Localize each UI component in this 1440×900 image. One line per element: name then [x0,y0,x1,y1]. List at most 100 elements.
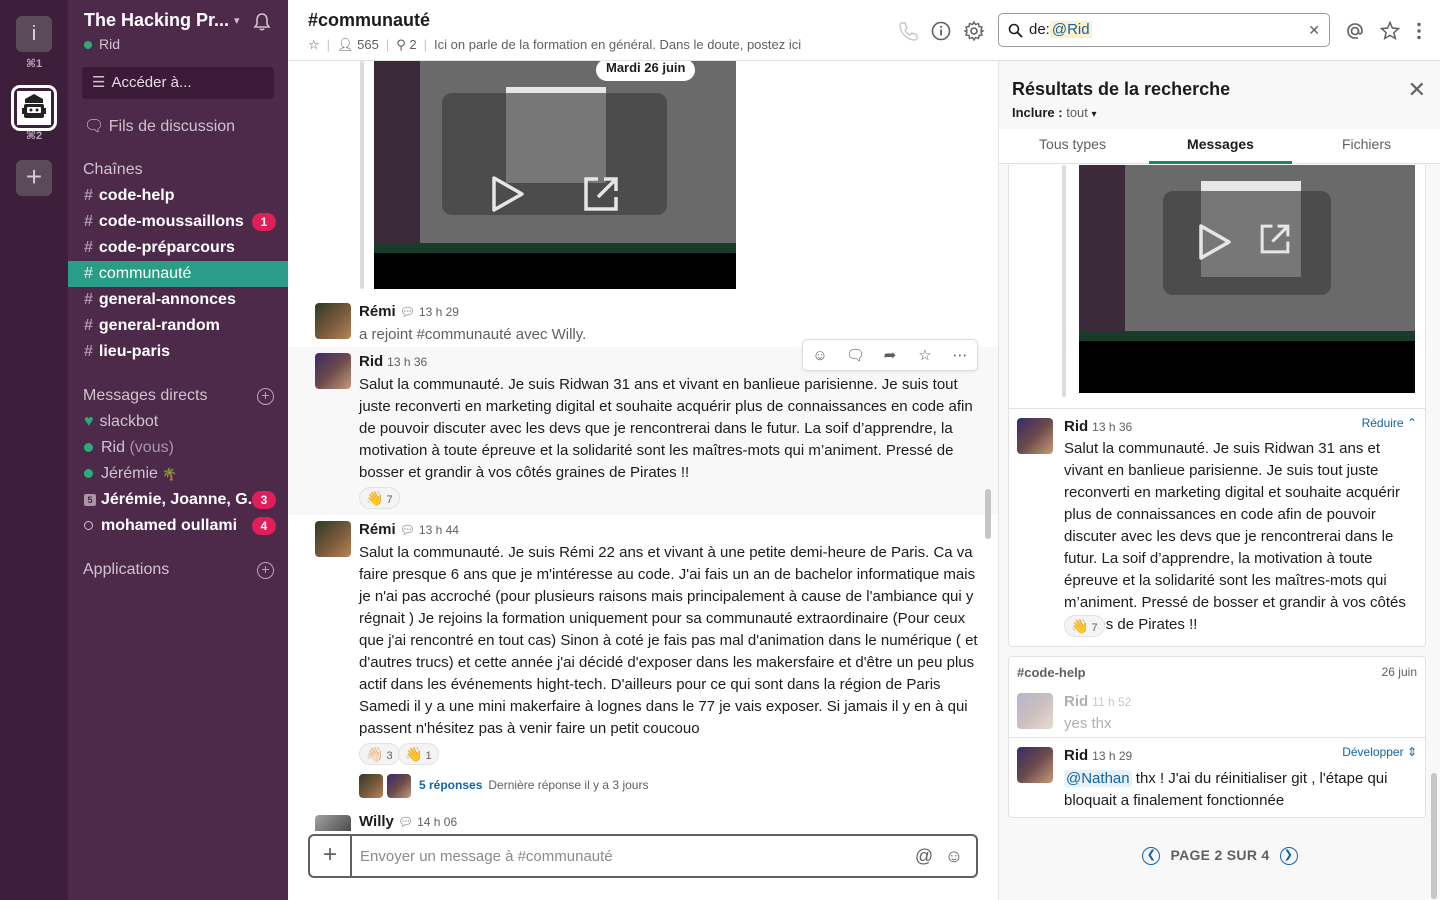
direct-messages-header[interactable]: Messages directs [83,387,208,405]
message-author[interactable]: Rid 13 h 36 [359,353,427,370]
reaction-wave[interactable]: 👋 7 [359,487,400,509]
message-time[interactable]: 13 h 29 [419,305,459,319]
tab-files[interactable]: Fichiers [1295,129,1438,164]
thread-summary[interactable]: 5 réponses Dernière réponse il y a 3 jour… [359,774,648,798]
sidebar-item-code-help[interactable]: # code-help [68,183,288,209]
start-thread-icon[interactable]: 🗨︎ [846,347,865,365]
sidebar-item-group-dm[interactable]: 5 Jérémie, Joanne, G... 3 [68,487,288,513]
reaction-wave-light[interactable]: 👋🏻 3 [359,743,400,765]
clear-search-icon[interactable]: ✕ [1308,14,1320,46]
pin-icon[interactable]: ⚲ [396,37,409,52]
previous-page-icon[interactable]: ❮ [1142,847,1161,866]
message-list[interactable]: Mardi 26 juin Rémi 💬︎ 13 h 29 a rejoint #c… [288,61,998,831]
sidebar-item-jeremie[interactable]: Jérémie 🌴 [68,461,288,487]
user-mention[interactable]: @Nathan [1064,770,1132,787]
author-name[interactable]: Willy [359,813,394,830]
workspace-1-button[interactable]: i [16,16,52,52]
attach-plus-button[interactable]: + [310,836,352,876]
next-page-icon[interactable]: ❯ [1279,847,1298,866]
notifications-bell-icon[interactable] [252,12,272,32]
workspace-2-button[interactable] [14,88,54,128]
author-name[interactable]: Rémi [359,521,396,538]
sidebar-item-communaute[interactable]: # communauté [68,261,288,287]
close-panel-icon[interactable]: ✕ [1408,79,1426,101]
sidebar-item-general-random[interactable]: # general-random [68,313,288,339]
author-name[interactable]: Rid [1064,747,1088,764]
star-icon[interactable]: ☆ [308,37,320,52]
message-time[interactable]: 13 h 36 [387,355,427,369]
applications-header[interactable]: Applications [83,561,169,579]
pins-count[interactable]: 2 [409,37,416,52]
play-icon[interactable] [1193,221,1235,263]
thread-replies-link[interactable]: 5 réponses [419,778,482,792]
avatar[interactable] [315,521,351,557]
include-filter[interactable]: Inclure : tout ▾ [1012,105,1097,120]
result-author[interactable]: Rid 13 h 29 [1064,747,1132,764]
emoji-icon[interactable]: ☺ [944,846,964,866]
tab-all-types[interactable]: Tous types [1001,129,1144,164]
avatar[interactable] [315,353,351,389]
info-icon[interactable] [930,20,952,42]
starred-items-icon[interactable] [1379,20,1401,42]
mention-icon[interactable]: @ [914,846,934,866]
messages-scrollbar[interactable] [985,489,991,539]
result-author[interactable]: Rid 13 h 36 [1064,418,1132,435]
author-name[interactable]: Rid [359,353,383,370]
reaction-wave[interactable]: 👋 1 [398,743,439,765]
message-author[interactable]: Rémi 💬︎ 13 h 44 [359,521,459,538]
add-reaction-icon[interactable]: ☺ [811,347,829,365]
members-count[interactable]: 565 [357,37,379,52]
add-workspace-button[interactable]: + [16,160,52,196]
jump-to-button[interactable]: ☰ Accéder à... [82,67,274,99]
current-user[interactable]: Rid [84,36,120,52]
phone-icon[interactable] [897,20,919,42]
channel-topic[interactable]: Ici on parle de la formation en général.… [434,37,801,52]
sidebar-item-lieu-paris[interactable]: # lieu-paris [68,339,288,365]
message-time[interactable]: 13 h 44 [419,523,459,537]
star-message-icon[interactable]: ☆ [916,347,934,365]
sidebar-item-rid[interactable]: Rid (vous) [68,435,288,461]
add-app-icon[interactable]: + [257,562,274,579]
sidebar-item-slackbot[interactable]: ♥ slackbot [68,409,288,435]
team-menu-caret-icon[interactable]: ▾ [234,14,240,27]
result-channel[interactable]: #code-help [1017,665,1086,680]
search-result-message[interactable]: #code-help 26 juin Rid 11 h 52 yes thx Ri… [1008,656,1426,818]
add-dm-icon[interactable]: + [257,388,274,405]
video-attachment[interactable] [1079,165,1415,393]
reaction-wave[interactable]: 👋 7 [1064,615,1105,637]
avatar[interactable] [315,815,351,831]
tab-messages[interactable]: Messages [1149,129,1292,164]
settings-gear-icon[interactable] [963,20,985,42]
message-input[interactable] [360,844,900,868]
panel-scrollbar[interactable] [1431,773,1437,899]
message-time[interactable]: 13 h 36 [1092,420,1132,434]
team-name[interactable]: The Hacking Pr... [84,10,229,31]
sidebar-item-code-preparcours[interactable]: # code-préparcours [68,235,288,261]
video-attachment[interactable] [374,61,736,289]
open-external-icon[interactable] [1257,221,1293,257]
channels-header[interactable]: Chaînes [83,161,143,179]
collapse-toggle[interactable]: Réduire ⌃ [1362,416,1417,430]
members-icon[interactable]: 👤︎ [337,37,357,52]
message-author[interactable]: Rémi 💬︎ 13 h 29 [359,303,459,320]
search-input[interactable]: de: @Rid ✕ [998,13,1330,47]
channel-title[interactable]: #communauté [308,10,430,31]
sidebar-item-general-annonces[interactable]: # general-annonces [68,287,288,313]
author-name[interactable]: Rémi [359,303,396,320]
share-message-icon[interactable]: ➦ [881,347,899,365]
avatar[interactable] [1017,747,1053,783]
search-result-message[interactable]: Rid 13 h 36 Réduire ⌃ Salut la communauté… [1008,409,1426,647]
sidebar-item-mohamed-oullami[interactable]: mohamed oullami 4 [68,513,288,539]
author-name[interactable]: Rid [1064,418,1088,435]
message-time[interactable]: 13 h 29 [1092,749,1132,763]
mentions-icon[interactable] [1344,20,1366,42]
more-actions-icon[interactable]: ⋯ [951,347,969,365]
sidebar-item-code-moussaillons[interactable]: # code-moussaillons 1 [68,209,288,235]
threads-link[interactable]: 🗨︎ Fils de discussion [84,116,235,136]
expand-toggle[interactable]: Développer ⇕ [1342,745,1417,759]
avatar[interactable] [315,303,351,339]
message-author[interactable]: Willy 💬︎ 14 h 06 [359,813,457,830]
open-external-icon[interactable] [580,173,622,215]
play-icon[interactable] [486,173,528,215]
avatar[interactable] [1017,418,1053,454]
